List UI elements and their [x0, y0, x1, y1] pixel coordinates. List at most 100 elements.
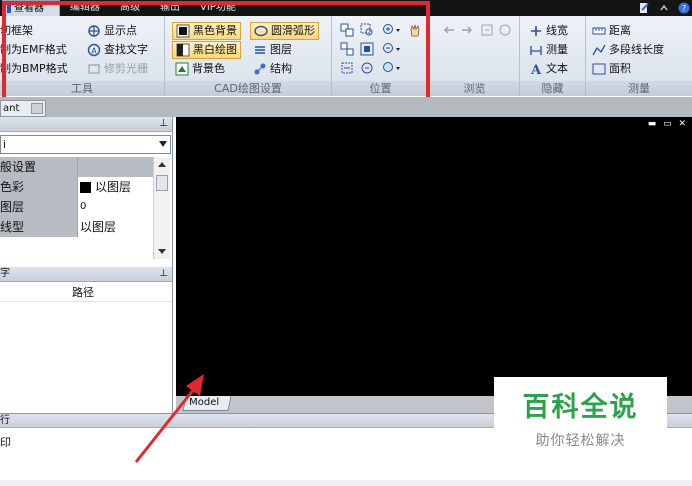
structure-button[interactable]: 结构: [253, 60, 292, 78]
ruler-icon: [592, 24, 606, 38]
help-icon[interactable]: ?: [678, 2, 690, 14]
zoom-previous-icon[interactable]: [358, 59, 376, 77]
group-label-tools: 工具: [0, 81, 164, 96]
copy-emf-button[interactable]: 制为EMF格式: [0, 41, 67, 59]
back-arrow-icon[interactable]: [440, 21, 458, 39]
trim-raster-icon: [87, 62, 101, 76]
file-panel-title: 字 ⊥: [0, 267, 172, 282]
watermark-logo: 百科全说 助你轻松解决: [494, 377, 667, 455]
group-browse: 浏览: [430, 16, 520, 96]
fit-pages-icon[interactable]: [338, 40, 356, 58]
group-label-cad: CAD绘图设置: [165, 81, 331, 96]
tab-vip[interactable]: VIP功能: [200, 0, 236, 16]
zoom-options-icon[interactable]: [380, 59, 404, 77]
crosshair-icon: [87, 24, 101, 38]
pin-icon[interactable]: ⊥: [159, 117, 168, 131]
model-tab[interactable]: Model: [182, 396, 232, 411]
property-row-linetype[interactable]: 线型 以图层: [0, 217, 153, 237]
zoom-out-icon[interactable]: [380, 40, 404, 58]
scroll-thumb[interactable]: [156, 175, 168, 191]
copy-bmp-button[interactable]: 制为BMP格式: [0, 60, 68, 78]
pin-icon[interactable]: ⊥: [159, 267, 168, 281]
property-row-general[interactable]: 般设置: [0, 157, 153, 177]
layers-button[interactable]: 图层: [253, 41, 292, 59]
forward-arrow-icon[interactable]: [458, 21, 476, 39]
menu-right-controls: ?: [638, 1, 690, 15]
dimension-icon: [529, 43, 543, 57]
tab-advanced[interactable]: 高级: [120, 0, 140, 16]
entity-selector[interactable]: i: [0, 135, 171, 154]
trim-raster-button[interactable]: 修剪光栅: [87, 60, 148, 78]
frame-button[interactable]: 切框架: [0, 22, 33, 40]
close-tab-icon[interactable]: [31, 103, 43, 114]
canvas-window-controls[interactable]: ▬ ▭ ✕: [648, 119, 688, 129]
color-swatch: [80, 181, 91, 193]
text-toggle-button[interactable]: A 文本: [529, 60, 568, 78]
svg-text:?: ?: [682, 4, 686, 13]
property-scrollbar[interactable]: [153, 157, 170, 259]
group-tools: 切框架 制为EMF格式 制为BMP格式 显示点 A 查找文字 修剪光栅 工具: [0, 16, 165, 96]
document-tab[interactable]: ant: [0, 100, 46, 117]
zoom-window-icon[interactable]: [358, 21, 376, 39]
find-text-button[interactable]: A 查找文字: [87, 41, 148, 59]
black-white-draw-button[interactable]: 黑白绘图: [172, 41, 241, 59]
group-hide: 线宽 测量 A 文本 隐藏: [520, 16, 586, 96]
document-tab-strip: [0, 97, 692, 117]
line-width-icon: [529, 24, 543, 38]
smooth-arc-button[interactable]: 圆滑弧形: [250, 22, 319, 40]
tab-viewer[interactable]: 查看器: [2, 0, 60, 17]
output-scrollbar[interactable]: [0, 480, 692, 486]
group-label-measure: 测量: [586, 81, 692, 96]
tab-marker-icon: [7, 1, 11, 13]
group-cad-settings: 黑色背景 黑白绘图 背景色 圆滑弧形 图层 结构 CAD绘图设置: [165, 16, 332, 96]
area-button[interactable]: 面积: [592, 60, 631, 78]
group-label-position: 位置: [332, 81, 429, 96]
watermark-brand: 百科全说: [522, 392, 639, 423]
scroll-up-icon[interactable]: [158, 162, 166, 167]
show-points-button[interactable]: 显示点: [87, 22, 137, 40]
refresh-icon[interactable]: [478, 21, 496, 39]
menu-bar: 查看器 编辑器 高级 输出 VIP功能 ?: [0, 0, 692, 17]
black-background-button[interactable]: 黑色背景: [172, 22, 241, 40]
watermark-slogan: 助你轻松解决: [535, 433, 626, 449]
zoom-in-icon[interactable]: [380, 21, 404, 39]
line-width-button[interactable]: 线宽: [529, 22, 568, 40]
view-pages-icon[interactable]: [338, 21, 356, 39]
group-label-hide: 隐藏: [520, 81, 585, 96]
scroll-down-icon[interactable]: [158, 249, 166, 254]
find-text-icon: A: [87, 43, 101, 57]
distance-button[interactable]: 距离: [592, 22, 631, 40]
tab-output[interactable]: 输出: [160, 0, 180, 16]
layers-icon: [253, 43, 267, 57]
group-label-browse: 浏览: [430, 81, 519, 96]
path-column-header[interactable]: 路径: [0, 284, 172, 302]
structure-icon: [253, 62, 267, 76]
property-row-layer[interactable]: 图层 0: [0, 197, 153, 217]
chevron-down-icon: [159, 141, 167, 147]
black-background-icon: [176, 24, 190, 38]
area-icon: [592, 62, 606, 76]
text-a-icon: A: [529, 62, 543, 76]
measure-toggle-button[interactable]: 测量: [529, 41, 568, 59]
group-measure: 距离 多段线长度 面积 测量: [586, 16, 692, 96]
svg-text:A: A: [91, 47, 97, 56]
property-grid: 般设置 色彩 以图层 图层 0 线型 以图层: [0, 157, 153, 259]
properties-panel-title: ⊥: [0, 117, 172, 132]
note-icon[interactable]: [638, 2, 650, 14]
property-row-color[interactable]: 色彩 以图层: [0, 177, 153, 197]
polyline-icon: [592, 43, 606, 57]
stop-icon[interactable]: [496, 21, 514, 39]
drawing-canvas[interactable]: ▬ ▭ ✕: [176, 117, 692, 396]
collapse-ribbon-icon[interactable]: [658, 2, 670, 14]
group-position: 位置: [332, 16, 430, 96]
pan-hand-icon[interactable]: [406, 21, 424, 39]
smooth-arc-icon: [254, 24, 268, 38]
rotate-view-icon[interactable]: [338, 59, 356, 77]
ribbon: 切框架 制为EMF格式 制为BMP格式 显示点 A 查找文字 修剪光栅 工具 黑色…: [0, 16, 692, 96]
svg-text:A: A: [530, 63, 542, 76]
polyline-length-button[interactable]: 多段线长度: [592, 41, 664, 59]
background-color-button[interactable]: 背景色: [175, 60, 225, 78]
black-white-icon: [176, 43, 190, 57]
tab-editor[interactable]: 编辑器: [70, 0, 100, 16]
fit-extents-icon[interactable]: [358, 40, 376, 58]
